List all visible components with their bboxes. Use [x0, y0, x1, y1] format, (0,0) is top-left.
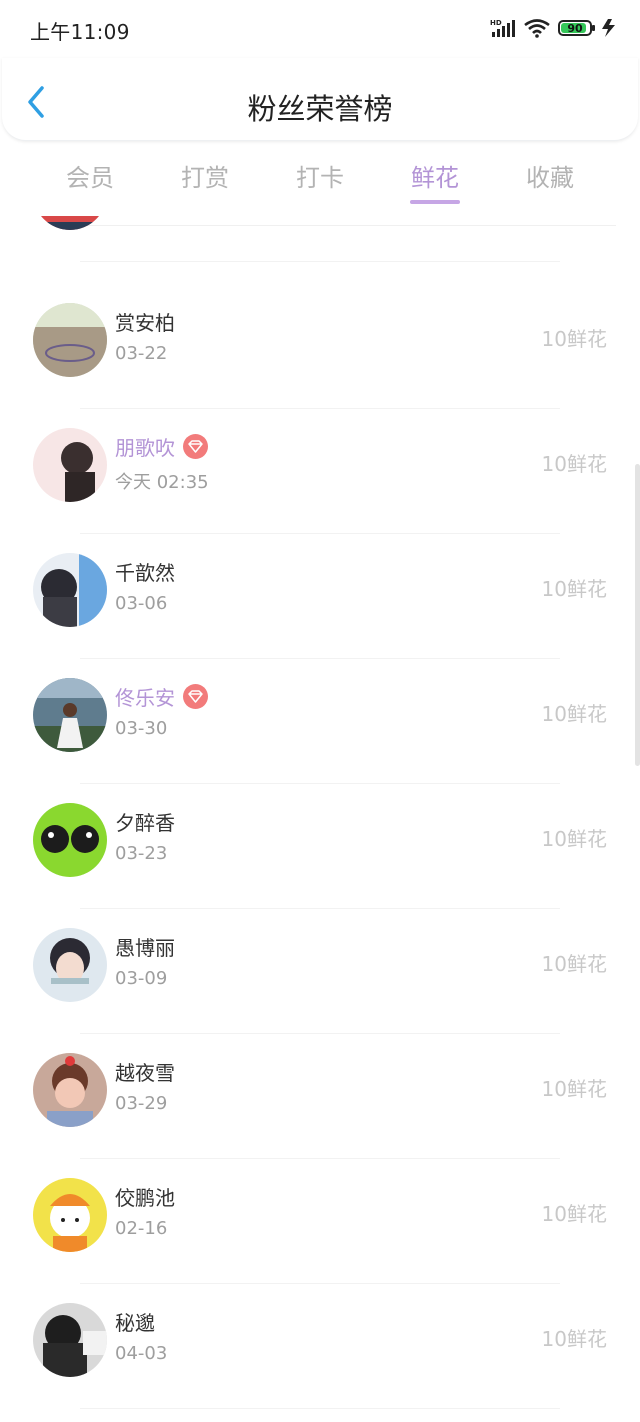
list-item[interactable]: 佼鹏池 02-16 10鲜花: [0, 1160, 640, 1284]
divider: [80, 783, 560, 784]
divider: [80, 408, 560, 409]
fan-list[interactable]: 03-22 赏安柏 03-22 10鲜花 朋歌吹 今天 02:35 10鲜花 千…: [0, 216, 640, 1422]
item-name: 千歆然: [115, 557, 175, 586]
divider: [80, 1158, 560, 1159]
item-name: 秘邈: [115, 1307, 155, 1336]
item-name: 赏安柏: [115, 307, 175, 336]
divider: [80, 1033, 560, 1034]
tab-flowers-label: 鲜花: [411, 164, 459, 192]
battery-icon: 90: [558, 20, 595, 36]
status-icons: HD 90: [490, 16, 618, 40]
charging-icon: [602, 19, 615, 37]
list-item[interactable]: 越夜雪 03-29 10鲜花: [0, 1035, 640, 1159]
battery-level: 90: [567, 21, 583, 35]
scrollbar[interactable]: [635, 464, 640, 766]
divider: [80, 533, 560, 534]
tab-flowers[interactable]: 鲜花: [385, 158, 485, 204]
divider: [80, 1283, 560, 1284]
tab-rewards[interactable]: 打赏: [155, 158, 255, 193]
item-date: 04-03: [115, 1343, 168, 1364]
item-name-text: 千歆然: [115, 561, 175, 585]
item-flowers: 10鲜花: [541, 702, 607, 726]
list-item[interactable]: 千歆然 03-06 10鲜花: [0, 535, 640, 659]
item-flowers: 10鲜花: [541, 1202, 607, 1226]
tab-bar: 会员 打赏 打卡 鲜花 收藏: [0, 150, 640, 210]
item-date: 03-29: [115, 1093, 168, 1114]
avatar: [33, 678, 107, 752]
tab-favorites[interactable]: 收藏: [500, 158, 600, 193]
list-item[interactable]: 愚博丽 03-09 10鲜花: [0, 910, 640, 1034]
item-flowers: 10鲜花: [541, 577, 607, 601]
avatar: [33, 928, 107, 1002]
item-flowers: 10鲜花: [541, 327, 607, 351]
divider: [80, 658, 560, 659]
item-flowers: 10鲜花: [541, 827, 607, 851]
avatar: [33, 428, 107, 502]
avatar: [33, 553, 107, 627]
item-name: 佟乐安: [115, 682, 208, 711]
item-date: 02-16: [115, 1218, 168, 1239]
item-name-text: 越夜雪: [115, 1061, 175, 1085]
item-date: 03-09: [115, 968, 168, 989]
tab-checkin[interactable]: 打卡: [270, 158, 370, 193]
header: 粉丝荣誉榜: [2, 58, 638, 141]
avatar: [33, 303, 107, 377]
page-title: 粉丝荣誉榜: [247, 92, 393, 126]
item-name-text: 赏安柏: [115, 311, 175, 335]
hd-signal-icon: HD: [490, 19, 515, 37]
item-date: 今天 02:35: [115, 472, 209, 493]
vip-diamond-icon: [183, 434, 208, 459]
item-date: 03-22: [115, 216, 167, 217]
active-tab-indicator: [410, 200, 460, 204]
item-date: 03-06: [115, 593, 168, 614]
item-name-text: 朋歌吹: [115, 436, 175, 460]
item-name: 佼鹏池: [115, 1182, 175, 1211]
list-item[interactable]: 03-22: [0, 216, 640, 262]
divider: [80, 261, 560, 262]
tab-members[interactable]: 会员: [40, 158, 140, 193]
item-name: 夕醉香: [115, 807, 175, 836]
item-name: 朋歌吹: [115, 432, 208, 461]
item-name-text: 佼鹏池: [115, 1186, 175, 1210]
item-flowers: 10鲜花: [541, 1077, 607, 1101]
list-item[interactable]: 赏安柏 03-22 10鲜花: [0, 285, 640, 409]
item-flowers: 10鲜花: [541, 1327, 607, 1351]
list-item[interactable]: 秘邈 04-03 10鲜花: [0, 1285, 640, 1409]
status-bar: 上午11:09 HD 90: [0, 0, 640, 56]
item-name: 愚博丽: [115, 932, 175, 961]
avatar: [33, 1303, 107, 1377]
item-name-text: 愚博丽: [115, 936, 175, 960]
avatar: [33, 803, 107, 877]
status-time: 上午11:09: [30, 20, 130, 44]
item-date: 03-23: [115, 843, 168, 864]
svg-text:HD: HD: [490, 19, 502, 27]
avatar: [33, 1178, 107, 1252]
divider: [80, 1408, 560, 1409]
avatar: [33, 216, 107, 230]
vip-diamond-icon: [183, 684, 208, 709]
list-item[interactable]: 朋歌吹 今天 02:35 10鲜花: [0, 410, 640, 534]
item-name-text: 佟乐安: [115, 686, 175, 710]
item-name-text: 夕醉香: [115, 811, 175, 835]
list-item[interactable]: 夕醉香 03-23 10鲜花: [0, 785, 640, 909]
avatar: [33, 1053, 107, 1127]
item-name-text: 秘邈: [115, 1311, 155, 1335]
wifi-icon: [524, 19, 550, 38]
divider: [80, 908, 560, 909]
item-name: 越夜雪: [115, 1057, 175, 1086]
item-flowers: 10鲜花: [541, 452, 607, 476]
list-item[interactable]: 佟乐安 03-30 10鲜花: [0, 660, 640, 784]
item-date: 03-30: [115, 718, 168, 739]
item-date: 03-22: [115, 343, 168, 364]
item-flowers: 10鲜花: [541, 952, 607, 976]
